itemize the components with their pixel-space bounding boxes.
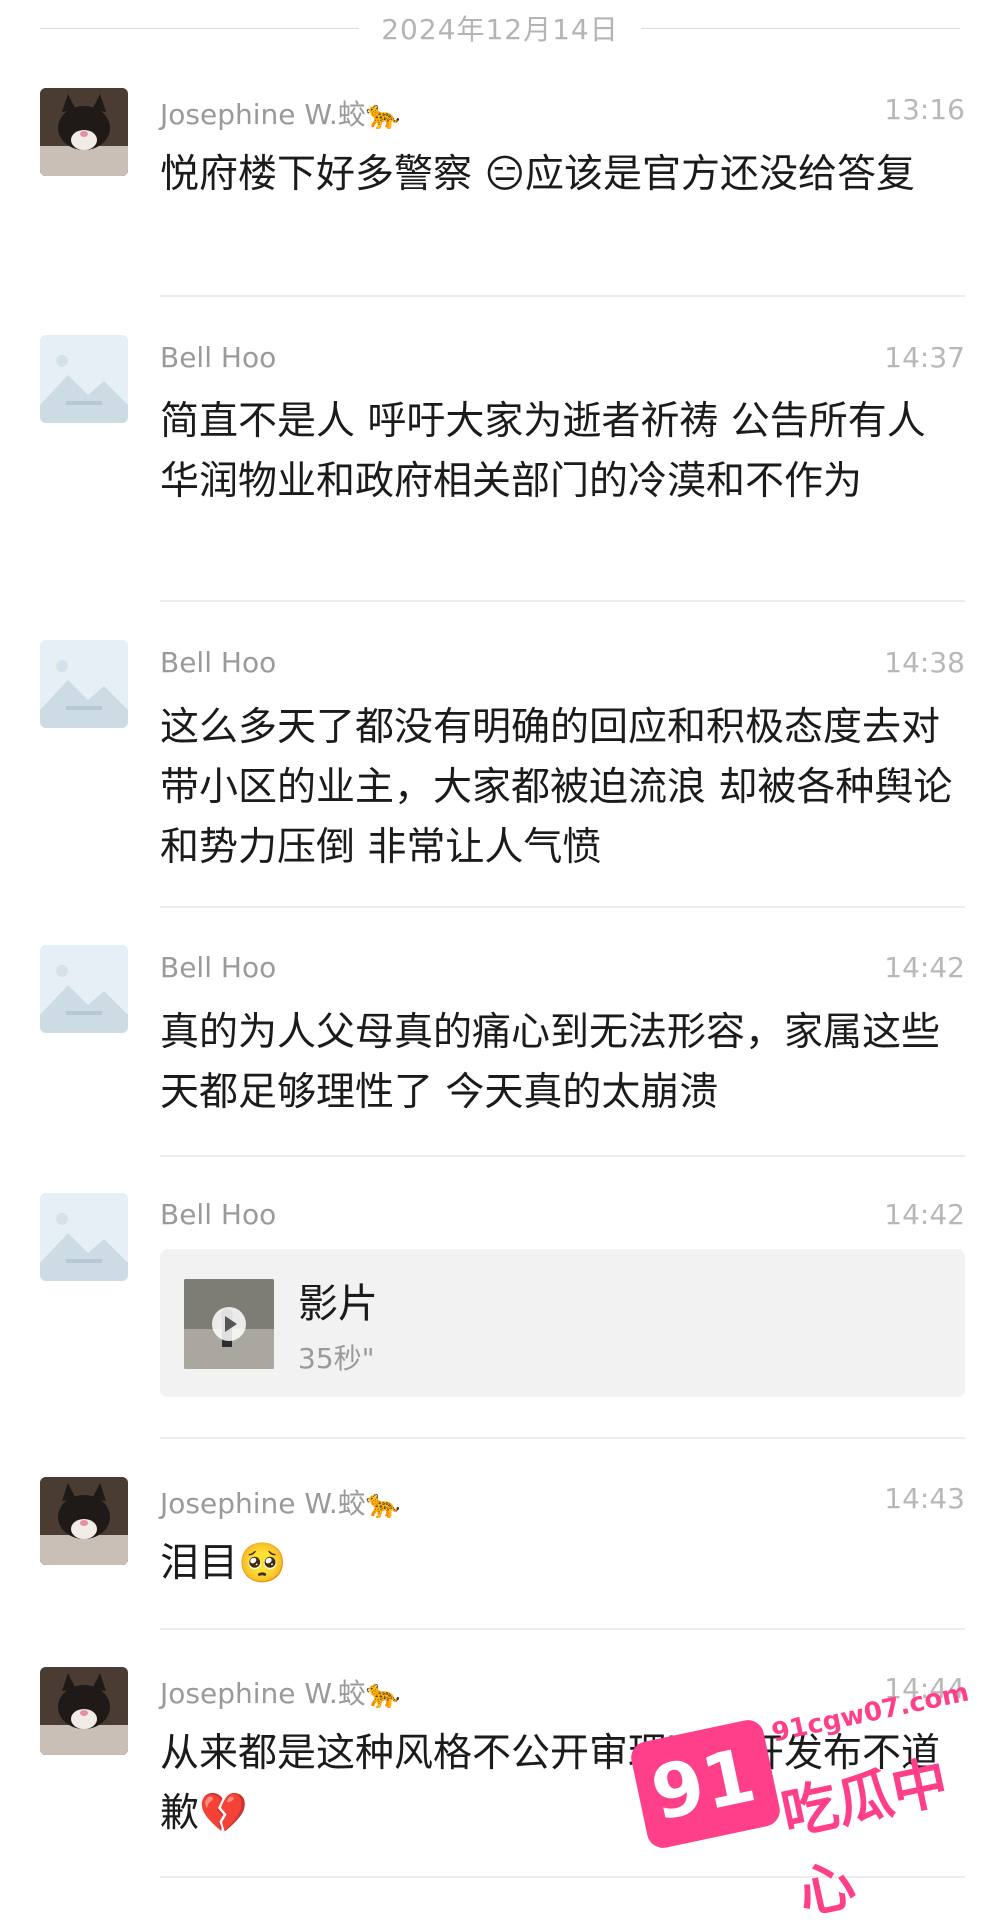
message-divider <box>160 1437 965 1439</box>
placeholder-avatar[interactable] <box>40 945 128 1033</box>
message-divider <box>160 1155 965 1157</box>
author-name[interactable]: Bell Hoo <box>160 341 276 374</box>
message-time: 14:43 <box>884 1482 965 1515</box>
author-name[interactable]: Bell Hoo <box>160 646 276 679</box>
video-thumbnail[interactable] <box>184 1279 274 1369</box>
message-text: 真的为人父母真的痛心到无法形容，家属这些天都足够理性了 今天真的太崩溃 <box>160 1010 941 1115</box>
message-time: 14:42 <box>884 951 965 984</box>
message-divider <box>160 600 965 602</box>
date-label: 2024年12月14日 <box>381 13 619 46</box>
author-name[interactable]: Bell Hoo <box>160 1198 276 1231</box>
cat-avatar[interactable] <box>40 1477 128 1565</box>
watermark-text: 吃瓜中心 <box>775 1749 954 1928</box>
cat-avatar[interactable] <box>40 1667 128 1755</box>
author-name[interactable]: Josephine W.蛟🐆 <box>160 1482 401 1522</box>
message-divider <box>160 295 965 297</box>
placeholder-avatar[interactable] <box>40 640 128 728</box>
message-divider <box>160 906 965 908</box>
message-time: 13:16 <box>884 93 965 126</box>
placeholder-avatar[interactable] <box>40 1193 128 1281</box>
video-duration: 35秒" <box>298 1342 375 1375</box>
author-name[interactable]: Bell Hoo <box>160 951 276 984</box>
message-time: 14:37 <box>884 341 965 374</box>
message-time: 14:38 <box>884 646 965 679</box>
video-attachment[interactable]: 影片 35秒" <box>160 1249 965 1397</box>
message-divider <box>160 1628 965 1630</box>
message-text: 泪目🥺 <box>160 1541 287 1586</box>
author-name[interactable]: Josephine W.蛟🐆 <box>160 93 401 133</box>
cat-avatar[interactable] <box>40 88 128 176</box>
date-separator: 2024年12月14日 <box>40 8 960 48</box>
watermark-logo: 91 91cgw07.com 吃瓜中心 <box>620 1677 980 1927</box>
video-title: 影片 <box>298 1281 378 1327</box>
separator-line <box>640 27 960 29</box>
message-text: 这么多天了都没有明确的回应和积极态度去对带小区的业主，大家都被迫流浪 却被各种舆… <box>160 705 953 870</box>
separator-line <box>40 27 360 29</box>
message-text: 简直不是人 呼吁大家为逝者祈祷 公告所有人 华润物业和政府相关部门的冷漠和不作为 <box>160 399 939 504</box>
message-time: 14:42 <box>884 1198 965 1231</box>
author-name[interactable]: Josephine W.蛟🐆 <box>160 1672 401 1712</box>
placeholder-avatar[interactable] <box>40 335 128 423</box>
play-icon[interactable] <box>212 1307 246 1341</box>
message-text: 悦府楼下好多警察 😑应该是官方还没给答复 <box>160 152 916 197</box>
